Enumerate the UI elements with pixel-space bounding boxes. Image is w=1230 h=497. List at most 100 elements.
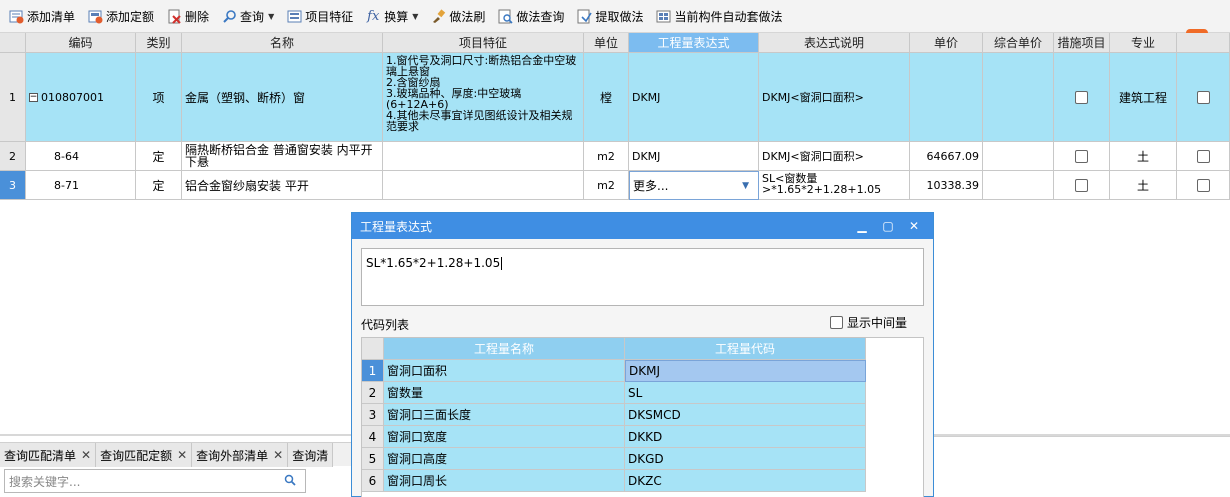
header-unit[interactable]: 单位 [584,33,629,53]
expression-desc-cell[interactable]: DKMJ<窗洞口面积> [759,142,910,171]
list-name-cell[interactable]: 窗洞口周长 [384,470,625,492]
header-measure[interactable]: 措施项目 [1054,33,1110,53]
price-cell[interactable] [910,53,983,142]
feature-cell[interactable]: 1.窗代号及洞口尺寸:断热铝合金中空玻璃上悬窗 2.含窗纱扇 3.玻璃品种、厚度… [383,53,584,142]
add-quota-button[interactable]: 添加定额 [83,4,158,28]
unit-cell[interactable]: 樘 [584,53,629,142]
specialty-cell[interactable]: 土 [1110,142,1177,171]
list-code-cell[interactable]: SL [625,382,866,404]
header-expression[interactable]: 工程量表达式 [629,33,759,53]
header-total-price[interactable]: 综合单价 [983,33,1054,53]
list-item[interactable]: 5 窗洞口高度 DKGD [362,448,866,470]
tab-match-list[interactable]: 查询匹配清单 ✕ [0,443,97,467]
list-header-name[interactable]: 工程量名称 [384,338,625,360]
table-row[interactable]: 2 8-64 定 隔热断桥铝合金 普通窗安装 内平开下悬 m2 DKMJ DKM… [0,142,1230,171]
list-item[interactable]: 2 窗数量 SL [362,382,866,404]
extra-checkbox[interactable] [1196,90,1210,104]
type-cell[interactable]: 定 [136,171,182,200]
collapse-icon[interactable]: − [29,92,38,102]
type-cell[interactable]: 定 [136,142,182,171]
conversion-dropdown-icon[interactable]: ▼ [412,12,418,21]
row-number[interactable]: 1 [0,53,26,142]
measure-checkbox[interactable] [1075,90,1088,104]
feature-cell[interactable] [383,142,584,171]
list-code-cell[interactable]: DKZC [625,470,866,492]
tab-match-quota[interactable]: 查询匹配定额 ✕ [96,443,193,467]
feature-cell[interactable] [383,171,584,200]
header-feature[interactable]: 项目特征 [383,33,584,53]
total-price-cell[interactable] [983,53,1054,142]
conversion-button[interactable]: fx 换算 ▼ [361,4,422,28]
list-name-cell[interactable]: 窗洞口高度 [384,448,625,470]
total-price-cell[interactable] [983,142,1054,171]
expression-input[interactable]: SL*1.65*2+1.28+1.05 [361,248,924,306]
list-name-cell[interactable]: 窗洞口面积 [384,360,625,382]
price-cell[interactable]: 10338.39 [910,171,983,200]
project-feature-button[interactable]: 项目特征 [282,4,357,28]
query-button[interactable]: 查询 ▼ [217,4,278,28]
header-price[interactable]: 单价 [910,33,983,53]
name-cell[interactable]: 金属（塑钢、断桥）窗 [182,53,383,142]
specialty-cell[interactable]: 建筑工程 [1110,53,1177,142]
list-name-cell[interactable]: 窗数量 [384,382,625,404]
expression-desc-cell[interactable]: SL<窗数量>*1.65*2+1.28+1.05 [759,171,910,200]
unit-cell[interactable]: m2 [584,142,629,171]
row-number[interactable]: 3 [0,171,26,200]
table-row[interactable]: 3 8-71 定 铝合金窗纱扇安装 平开 m2 更多... ▼ SL<窗数量>*… [0,171,1230,200]
price-cell[interactable]: 64667.09 [910,142,983,171]
expression-desc-cell[interactable]: DKMJ<窗洞口面积> [759,53,910,142]
close-icon[interactable]: ✕ [177,448,187,462]
code-cell[interactable]: 8-64 [26,142,136,171]
list-code-cell[interactable]: DKSMCD [625,404,866,426]
extra-checkbox[interactable] [1196,149,1210,163]
specialty-cell[interactable]: 土 [1110,171,1177,200]
header-type[interactable]: 类别 [136,33,182,53]
close-icon[interactable]: ✕ [901,219,927,233]
list-name-cell[interactable]: 窗洞口三面长度 [384,404,625,426]
list-item[interactable]: 3 窗洞口三面长度 DKSMCD [362,404,866,426]
list-header-code[interactable]: 工程量代码 [625,338,866,360]
tab-query-more[interactable]: 查询清 [288,443,334,467]
expression-cell[interactable]: DKMJ [629,53,759,142]
type-cell[interactable]: 项 [136,53,182,142]
search-icon[interactable] [284,474,297,490]
maximize-icon[interactable]: ▢ [875,219,901,233]
extra-checkbox[interactable] [1196,178,1210,192]
dialog-titlebar[interactable]: 工程量表达式 ▁ ▢ ✕ [352,213,933,239]
expression-dropdown-icon[interactable]: ▼ [742,181,749,191]
close-icon[interactable]: ✕ [273,448,283,462]
method-brush-button[interactable]: 做法刷 [426,4,489,28]
list-code-cell[interactable]: DKMJ [625,360,866,382]
unit-cell[interactable]: m2 [584,171,629,200]
list-item[interactable]: 4 窗洞口宽度 DKKD [362,426,866,448]
close-icon[interactable]: ✕ [81,448,91,462]
list-item[interactable]: 1 窗洞口面积 DKMJ [362,360,866,382]
list-code-cell[interactable]: DKGD [625,448,866,470]
query-dropdown-icon[interactable]: ▼ [268,12,274,21]
method-query-button[interactable]: 做法查询 [493,4,568,28]
measure-checkbox[interactable] [1075,178,1088,192]
code-cell[interactable]: − 010807001 [26,53,136,142]
table-row[interactable]: 1 − 010807001 项 金属（塑钢、断桥）窗 1.窗代号及洞口尺寸:断热… [0,53,1230,142]
tab-external-list[interactable]: 查询外部清单 ✕ [192,443,289,467]
list-name-cell[interactable]: 窗洞口宽度 [384,426,625,448]
show-intermediate-toggle[interactable]: 显示中间量 [830,314,907,331]
total-price-cell[interactable] [983,171,1054,200]
list-item[interactable]: 6 窗洞口周长 DKZC [362,470,866,492]
header-name[interactable]: 名称 [182,33,383,53]
search-box[interactable]: 搜索关键字... [4,469,306,493]
header-expression-desc[interactable]: 表达式说明 [759,33,910,53]
name-cell[interactable]: 铝合金窗纱扇安装 平开 [182,171,383,200]
row-number[interactable]: 2 [0,142,26,171]
measure-checkbox[interactable] [1075,149,1088,163]
expression-cell[interactable]: DKMJ [629,142,759,171]
auto-method-button[interactable]: 当前构件自动套做法 [651,4,786,28]
show-intermediate-checkbox[interactable] [830,316,843,329]
expression-combo[interactable]: 更多... ▼ [629,171,759,200]
header-specialty[interactable]: 专业 [1110,33,1177,53]
list-code-cell[interactable]: DKKD [625,426,866,448]
add-list-button[interactable]: 添加清单 [4,4,79,28]
extract-method-button[interactable]: 提取做法 [572,4,647,28]
header-code[interactable]: 编码 [26,33,136,53]
minimize-icon[interactable]: ▁ [849,219,875,233]
